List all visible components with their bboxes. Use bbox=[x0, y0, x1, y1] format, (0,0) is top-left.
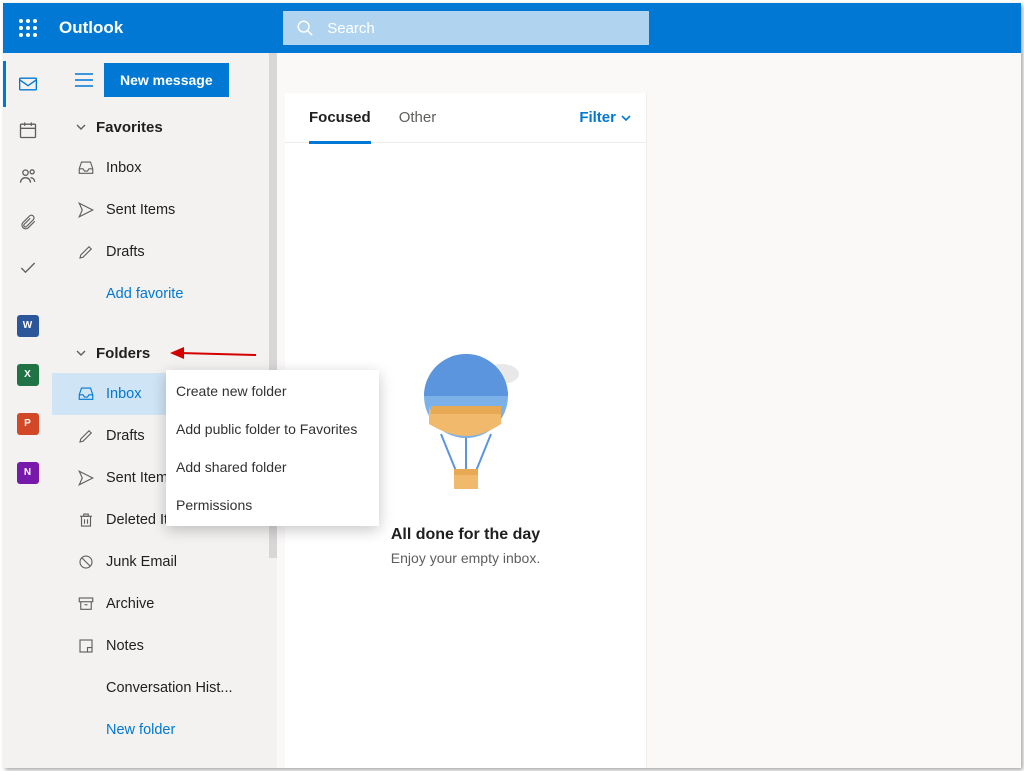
powerpoint-icon: P bbox=[17, 413, 39, 435]
context-create-new-folder[interactable]: Create new folder bbox=[166, 372, 379, 410]
fav-inbox[interactable]: Inbox bbox=[52, 147, 277, 189]
nav-label: Sent Items bbox=[106, 470, 175, 486]
favorites-label: Favorites bbox=[96, 119, 163, 136]
hamburger-icon bbox=[75, 73, 93, 87]
people-icon bbox=[18, 166, 38, 186]
filter-button[interactable]: Filter bbox=[579, 109, 632, 126]
send-icon bbox=[66, 201, 106, 219]
pencil-icon bbox=[66, 427, 106, 445]
inbox-icon bbox=[66, 385, 106, 403]
rail-excel[interactable]: X bbox=[3, 350, 52, 399]
excel-icon: X bbox=[17, 364, 39, 386]
context-menu: Create new folder Add public folder to F… bbox=[166, 370, 379, 526]
chevron-down-icon bbox=[66, 347, 96, 359]
nav-label: Sent Items bbox=[106, 202, 175, 218]
new-message-button[interactable]: New message bbox=[104, 63, 229, 97]
rail-people[interactable] bbox=[3, 153, 52, 199]
search-input[interactable] bbox=[327, 20, 617, 37]
calendar-icon bbox=[18, 120, 38, 140]
folder-conversation-history[interactable]: Conversation Hist... bbox=[52, 667, 277, 709]
new-folder-link[interactable]: New folder bbox=[52, 709, 277, 751]
chevron-down-icon bbox=[620, 112, 632, 124]
context-add-public-folder[interactable]: Add public folder to Favorites bbox=[166, 410, 379, 448]
archive-icon bbox=[66, 595, 106, 613]
app-brand: Outlook bbox=[59, 18, 123, 38]
balloon-illustration-icon bbox=[401, 346, 531, 506]
junk-icon bbox=[66, 553, 106, 571]
folder-notes[interactable]: Notes bbox=[52, 625, 277, 667]
nav-label: Add favorite bbox=[106, 286, 183, 302]
rail-calendar[interactable] bbox=[3, 107, 52, 153]
pencil-icon bbox=[66, 243, 106, 261]
word-icon: W bbox=[17, 315, 39, 337]
nav-label: Conversation Hist... bbox=[106, 680, 233, 696]
trash-icon bbox=[66, 511, 106, 529]
rail-mail[interactable] bbox=[3, 61, 52, 107]
empty-title: All done for the day bbox=[391, 526, 540, 544]
fav-sent[interactable]: Sent Items bbox=[52, 189, 277, 231]
rail-todo[interactable] bbox=[3, 245, 52, 291]
folders-label: Folders bbox=[96, 345, 150, 362]
tab-focused[interactable]: Focused bbox=[309, 93, 371, 143]
empty-sub: Enjoy your empty inbox. bbox=[391, 550, 540, 566]
rail-word[interactable]: W bbox=[3, 301, 52, 350]
main-area: Focused Other Filter bbox=[277, 53, 1021, 768]
add-favorite-link[interactable]: Add favorite bbox=[52, 273, 277, 315]
context-add-shared-folder[interactable]: Add shared folder bbox=[166, 448, 379, 486]
rail-powerpoint[interactable]: P bbox=[3, 399, 52, 448]
nav-label: Drafts bbox=[106, 244, 145, 260]
notes-icon bbox=[66, 637, 106, 655]
folder-archive[interactable]: Archive bbox=[52, 583, 277, 625]
folders-header[interactable]: Folders bbox=[52, 333, 277, 373]
search-box[interactable] bbox=[283, 11, 649, 45]
nav-label: Junk Email bbox=[106, 554, 177, 570]
waffle-icon bbox=[19, 19, 37, 37]
context-permissions[interactable]: Permissions bbox=[166, 486, 379, 524]
nav-label: Archive bbox=[106, 596, 154, 612]
nav-label: Notes bbox=[106, 638, 144, 654]
hamburger-button[interactable] bbox=[64, 60, 104, 100]
rail-onenote[interactable]: N bbox=[3, 448, 52, 497]
folder-junk[interactable]: Junk Email bbox=[52, 541, 277, 583]
favorites-header[interactable]: Favorites bbox=[52, 107, 277, 147]
focused-inbox-tabs: Focused Other Filter bbox=[285, 93, 646, 143]
send-icon bbox=[66, 469, 106, 487]
check-icon bbox=[18, 258, 38, 278]
nav-label: New folder bbox=[106, 722, 175, 738]
inbox-icon bbox=[66, 159, 106, 177]
fav-drafts[interactable]: Drafts bbox=[52, 231, 277, 273]
nav-label: Inbox bbox=[106, 160, 141, 176]
paperclip-icon bbox=[19, 212, 37, 232]
onenote-icon: N bbox=[17, 462, 39, 484]
filter-label: Filter bbox=[579, 109, 616, 126]
rail-files[interactable] bbox=[3, 199, 52, 245]
chevron-down-icon bbox=[66, 121, 96, 133]
app-header: Outlook bbox=[3, 3, 1021, 53]
nav-label: Inbox bbox=[106, 386, 141, 402]
search-icon bbox=[283, 19, 327, 37]
module-rail: W X P N bbox=[3, 53, 52, 768]
app-launcher-button[interactable] bbox=[3, 3, 53, 53]
nav-label: Drafts bbox=[106, 428, 145, 444]
tab-other[interactable]: Other bbox=[399, 93, 437, 143]
mail-icon bbox=[18, 74, 38, 94]
